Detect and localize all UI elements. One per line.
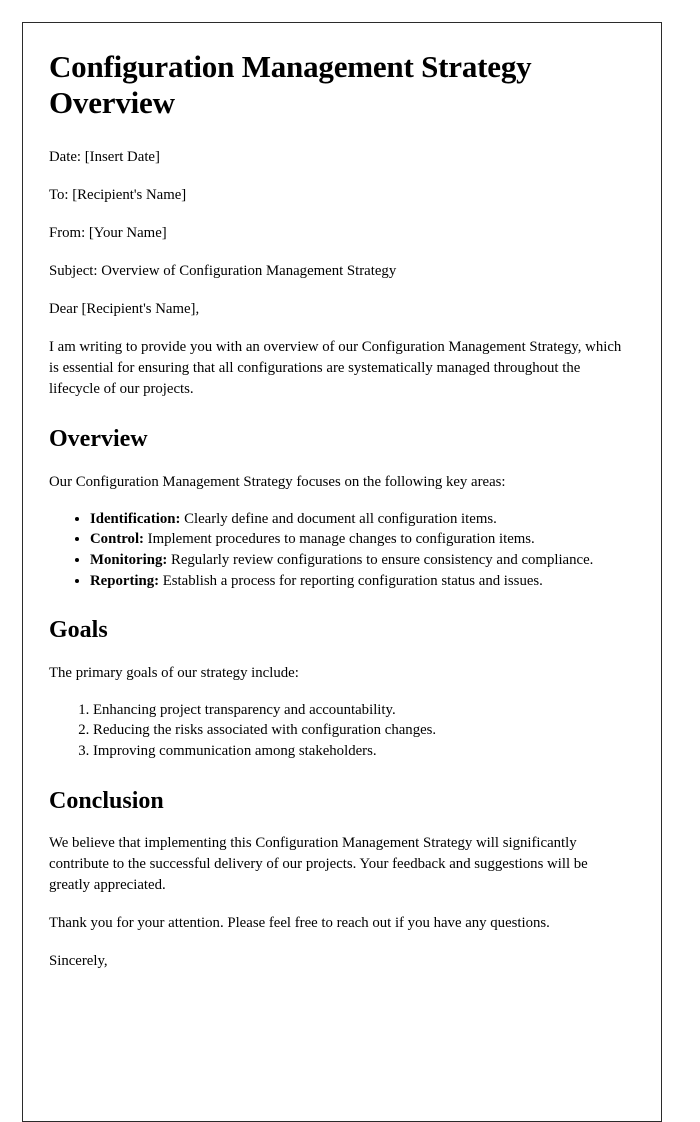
bullet-text: Clearly define and document all configur… <box>180 510 497 527</box>
salutation: Dear [Recipient's Name], <box>49 300 200 317</box>
document-page: Configuration Management Strategy Overvi… <box>22 22 662 1122</box>
list-item: Monitoring: Regularly review configurati… <box>90 551 631 571</box>
header-field-date: Date: [Insert Date] <box>49 148 160 165</box>
closing-line: Sincerely, <box>49 953 108 970</box>
overview-lead-in: Our Configuration Management Strategy fo… <box>49 473 506 490</box>
conclusion-paragraph-2: Thank you for your attention. Please fee… <box>49 915 550 932</box>
bullet-term: Identification: <box>90 510 181 527</box>
bullet-term: Control: <box>90 531 144 548</box>
list-item: Control: Implement procedures to manage … <box>90 530 631 550</box>
letter-header-fields: Date: [Insert Date] To: [Recipient's Nam… <box>49 147 631 282</box>
list-item: Reducing the risks associated with confi… <box>93 721 631 741</box>
list-item: Improving communication among stakeholde… <box>93 742 631 762</box>
list-item: Identification: Clearly define and docum… <box>90 510 631 530</box>
bullet-text: Regularly review configurations to ensur… <box>167 551 594 568</box>
bullet-term: Monitoring: <box>90 551 168 568</box>
page-title: Configuration Management Strategy Overvi… <box>49 49 532 120</box>
header-field-from: From: [Your Name] <box>49 224 167 241</box>
goals-lead-in: The primary goals of our strategy includ… <box>49 664 299 681</box>
header-field-subject: Subject: Overview of Configuration Manag… <box>49 262 397 279</box>
section-heading-overview: Overview <box>49 425 148 452</box>
intro-paragraph: I am writing to provide you with an over… <box>49 338 622 397</box>
bullet-text: Implement procedures to manage changes t… <box>143 531 535 548</box>
bullet-term: Reporting: <box>90 572 160 589</box>
list-item: Reporting: Establish a process for repor… <box>90 572 631 592</box>
section-heading-goals: Goals <box>49 617 108 644</box>
section-heading-conclusion: Conclusion <box>49 787 164 814</box>
conclusion-paragraph-1: We believe that implementing this Config… <box>49 835 588 894</box>
overview-bullet-list: Identification: Clearly define and docum… <box>49 510 631 592</box>
bullet-text: Establish a process for reporting config… <box>159 572 543 589</box>
goals-number-list: Enhancing project transparency and accou… <box>49 701 631 762</box>
list-item: Enhancing project transparency and accou… <box>93 701 631 721</box>
document-body: Configuration Management Strategy Overvi… <box>23 23 661 972</box>
header-field-to: To: [Recipient's Name] <box>49 186 187 203</box>
